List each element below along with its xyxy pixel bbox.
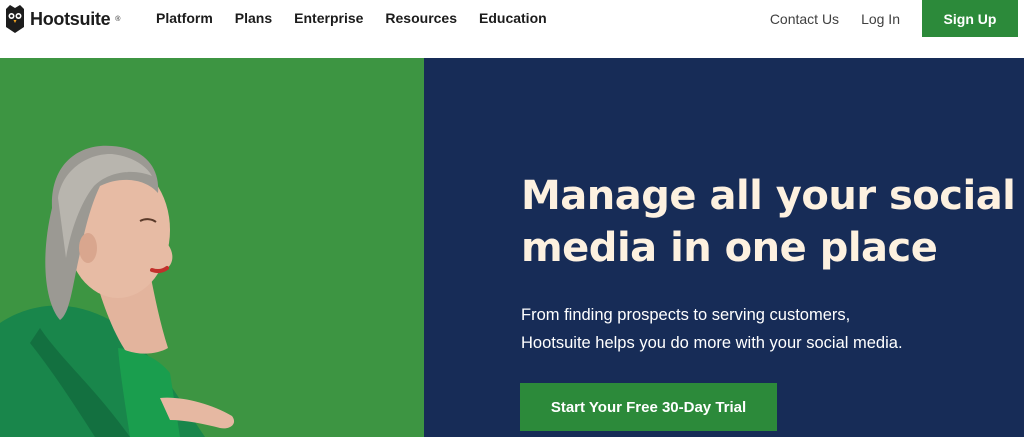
brand-logo-link[interactable]: Hootsuite ®: [4, 5, 120, 33]
woman-portrait-image: [0, 145, 235, 437]
start-free-trial-button[interactable]: Start Your Free 30-Day Trial: [520, 383, 777, 431]
brand-name: Hootsuite: [30, 8, 111, 29]
sign-up-button[interactable]: Sign Up: [922, 0, 1018, 37]
menu-item-enterprise[interactable]: Enterprise: [294, 10, 363, 26]
headline-line-1: Manage all your social: [521, 173, 1016, 219]
main-menu: Platform Plans Enterprise Resources Educ…: [156, 10, 569, 26]
hero-image-panel: [0, 58, 424, 437]
registered-mark: ®: [115, 15, 121, 23]
account-links: Contact Us Log In Sign Up: [770, 0, 1024, 37]
log-in-link[interactable]: Log In: [861, 11, 900, 27]
menu-item-education[interactable]: Education: [479, 10, 547, 26]
hero-subtext: From finding prospects to serving custom…: [521, 301, 961, 357]
menu-item-resources[interactable]: Resources: [385, 10, 457, 26]
owl-logo-icon: [6, 5, 24, 33]
menu-item-platform[interactable]: Platform: [156, 10, 213, 26]
top-navigation: Hootsuite ® Platform Plans Enterprise Res…: [0, 0, 1024, 58]
contact-us-link[interactable]: Contact Us: [770, 11, 839, 27]
subtext-line-2: Hootsuite helps you do more with your so…: [521, 334, 903, 352]
headline-line-2: media in one place: [521, 225, 938, 271]
subtext-line-1: From finding prospects to serving custom…: [521, 306, 851, 324]
hero-headline: Manage all your social media in one plac…: [521, 170, 1021, 274]
menu-item-plans[interactable]: Plans: [235, 10, 272, 26]
